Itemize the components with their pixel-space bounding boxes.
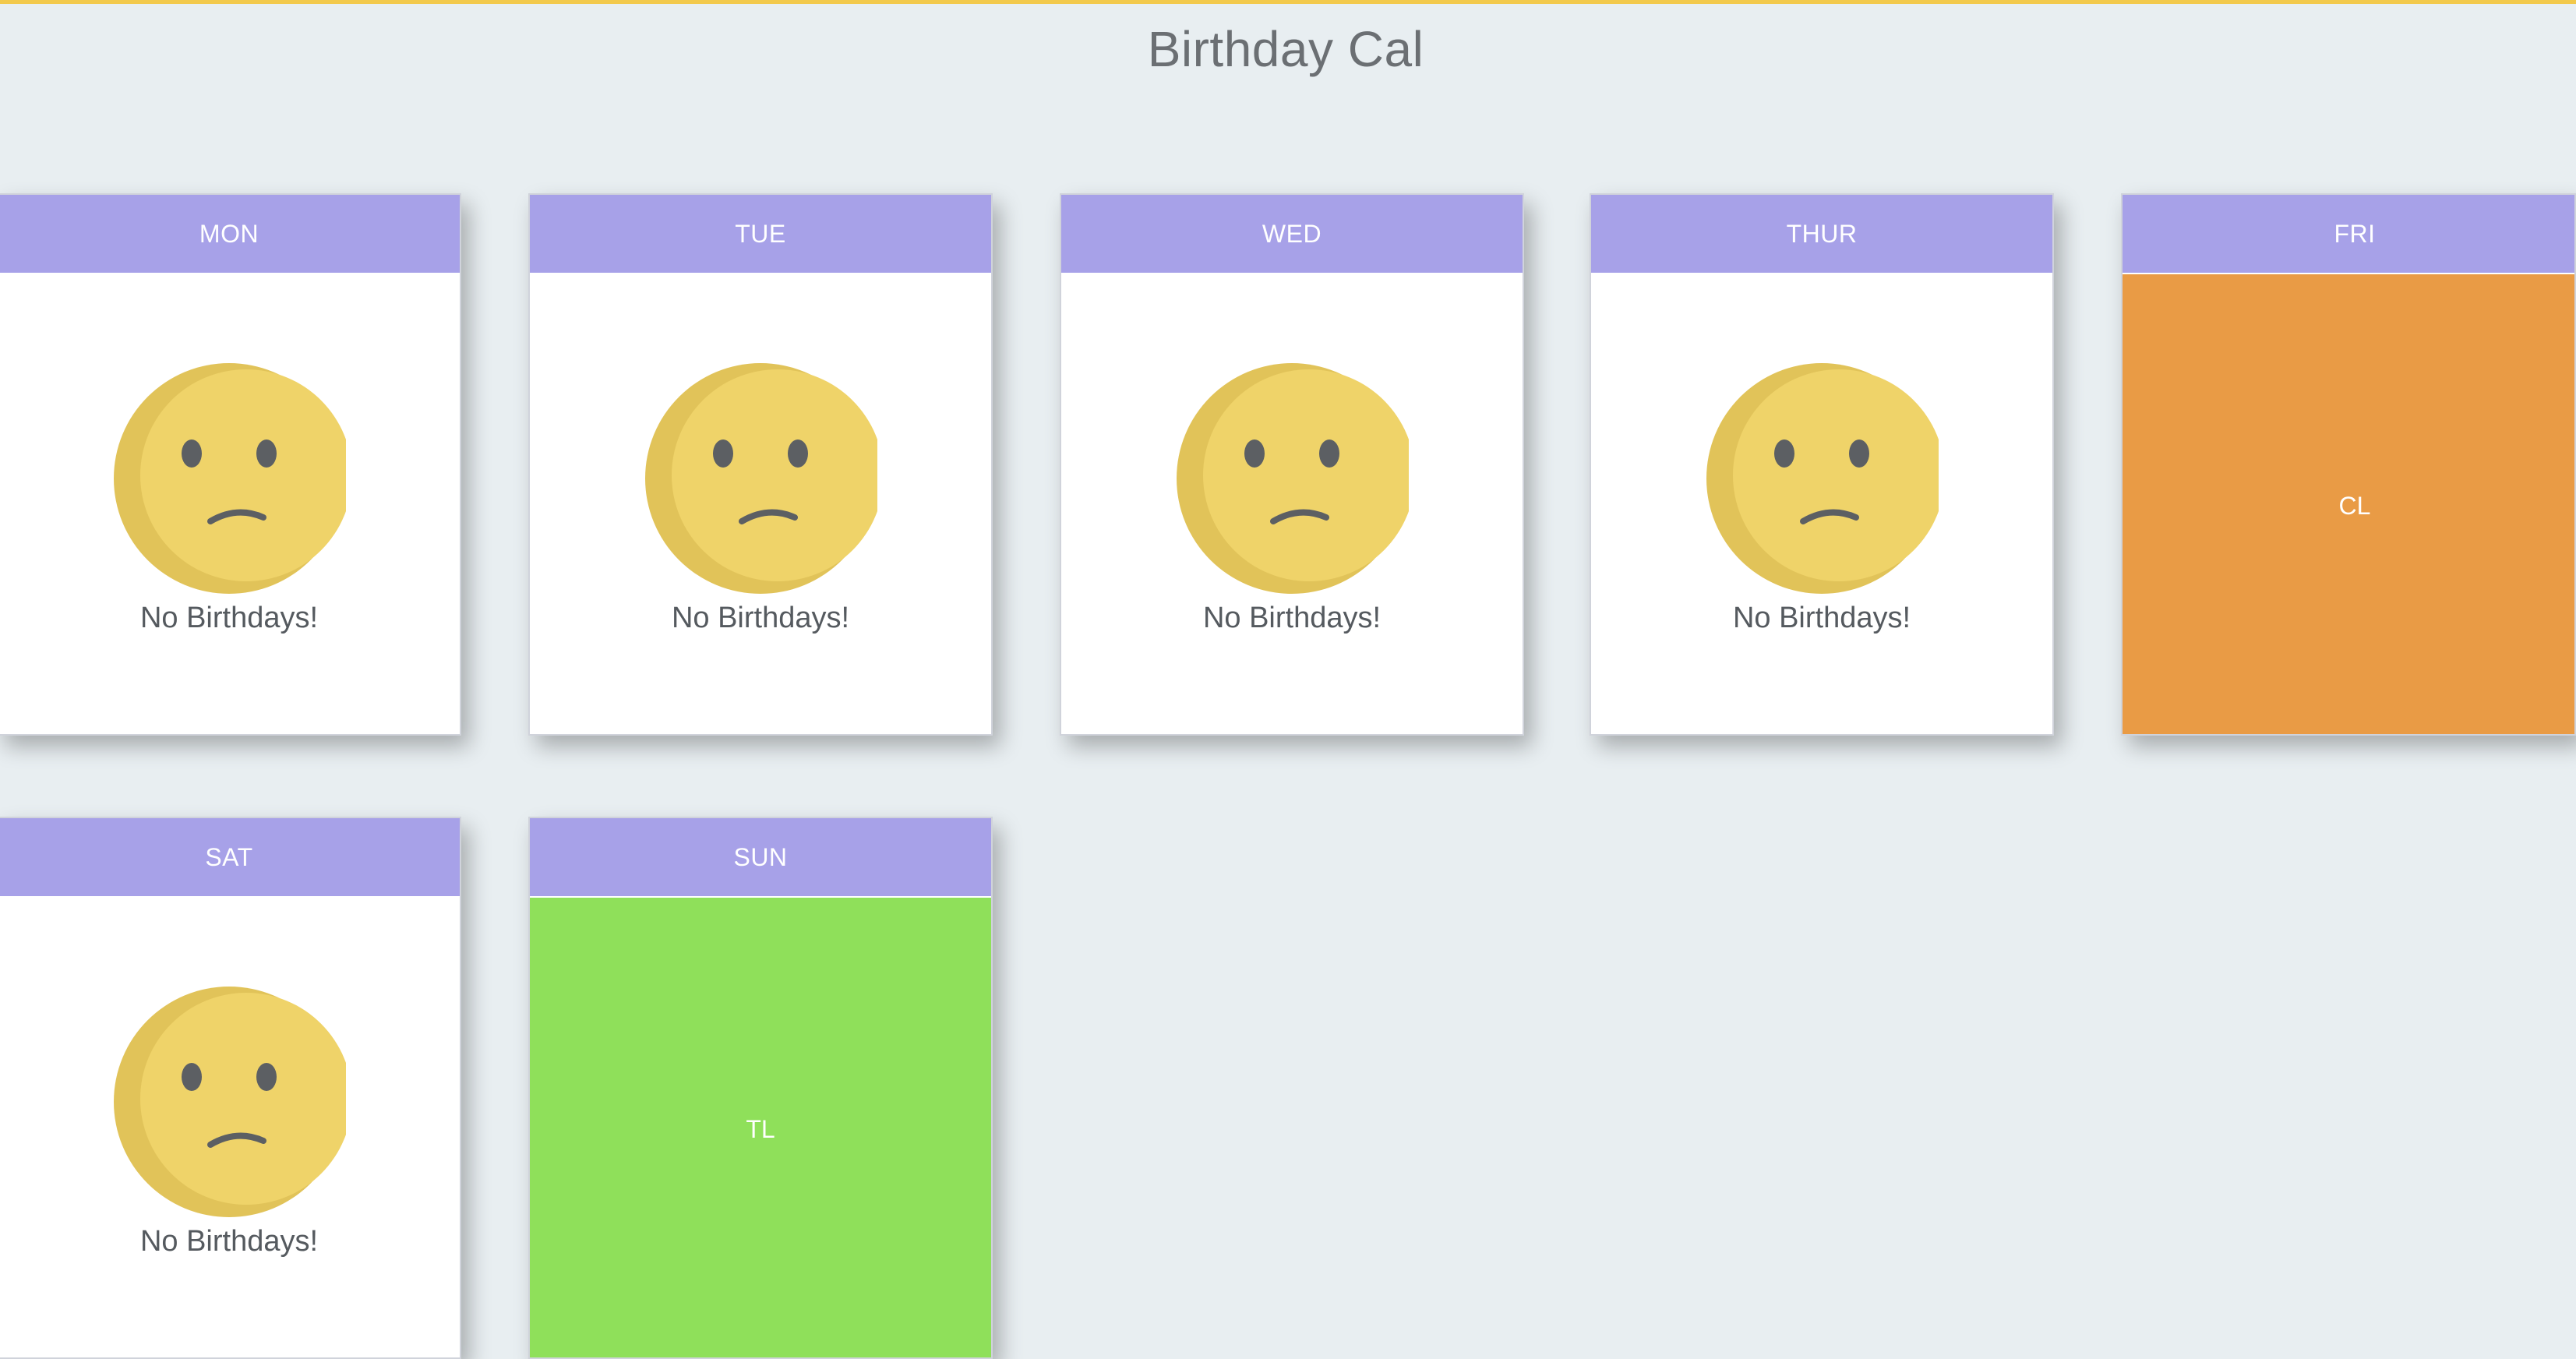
page-title: Birthday Cal: [1147, 21, 1424, 77]
top-accent-bar: [0, 0, 2576, 4]
birthday-tile[interactable]: TL: [530, 896, 991, 1357]
day-card-mon[interactable]: MON No Birthdays!: [0, 193, 461, 736]
day-card-wed[interactable]: WED No Birthdays!: [1060, 193, 1524, 736]
day-body-empty: No Birthdays!: [1061, 273, 1523, 734]
day-card-tue[interactable]: TUE No Birthdays!: [528, 193, 993, 736]
day-body-empty: No Birthdays!: [1591, 273, 2052, 734]
day-header: FRI: [2123, 195, 2574, 273]
day-card-sat[interactable]: SAT No Birthdays!: [0, 817, 461, 1359]
day-header: SAT: [0, 818, 460, 896]
day-header: TUE: [530, 195, 991, 273]
no-birthdays-text: No Birthdays!: [139, 1225, 319, 1258]
day-card-thur[interactable]: THUR No Birthdays!: [1590, 193, 2054, 736]
sad-face-icon: [645, 363, 877, 594]
birthday-tile[interactable]: CL: [2123, 273, 2574, 734]
day-body-empty: No Birthdays!: [0, 273, 460, 734]
no-birthdays-text: No Birthdays!: [1202, 602, 1382, 634]
day-header: WED: [1061, 195, 1523, 273]
sad-face-icon: [114, 987, 346, 1217]
no-birthdays-text: No Birthdays!: [671, 602, 850, 634]
day-header: THUR: [1591, 195, 2052, 273]
day-card-fri[interactable]: FRI CL: [2121, 193, 2576, 736]
birthday-initials: TL: [746, 1114, 775, 1143]
no-birthdays-text: No Birthdays!: [139, 602, 319, 634]
sad-face-icon: [114, 363, 346, 594]
day-body-empty: No Birthdays!: [530, 273, 991, 734]
day-header: SUN: [530, 818, 991, 896]
day-body-empty: No Birthdays!: [0, 896, 460, 1357]
no-birthdays-text: No Birthdays!: [1732, 602, 1911, 634]
day-header: MON: [0, 195, 460, 273]
sad-face-icon: [1706, 363, 1939, 594]
birthday-initials: CL: [2338, 491, 2371, 520]
sad-face-icon: [1177, 363, 1409, 594]
day-card-sun[interactable]: SUN TL: [528, 817, 993, 1359]
